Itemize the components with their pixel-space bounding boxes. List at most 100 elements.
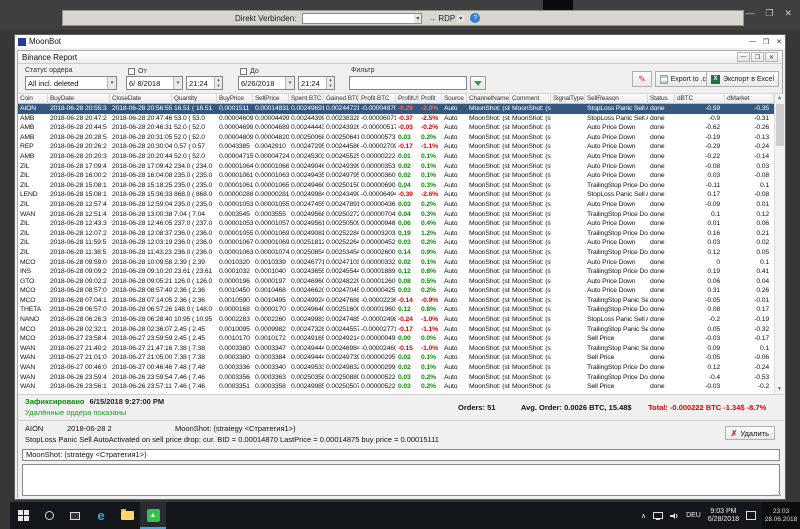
date-to-field[interactable]: 6/26/2018 ▾ — [238, 76, 295, 90]
table-row[interactable]: ZIL2018-06-28 17:09:42018-06-28 17:09:42… — [18, 162, 774, 172]
time-from-field[interactable]: 21:24 ▲▼ — [186, 76, 223, 90]
report-titlebar[interactable]: Binance Report — ❐ ✕ — [18, 51, 782, 64]
search-button[interactable] — [36, 502, 62, 529]
time-to-field[interactable]: 21:24 ▲▼ — [298, 76, 335, 90]
moonbot-taskbar-button[interactable]: ▲ — [140, 502, 166, 529]
table-row[interactable]: AMB2018-06-28 20:47:22018-06-28 20:47:46… — [18, 114, 774, 124]
table-row[interactable]: ZIL2018-06-28 12:57:42018-06-28 12:59:04… — [18, 200, 774, 210]
delete-button[interactable]: ✗ Удалить — [725, 426, 775, 440]
network-icon[interactable] — [653, 512, 663, 520]
column-header-sellreason[interactable]: SellReason — [585, 94, 648, 104]
close-icon[interactable]: ✕ — [776, 38, 782, 46]
column-header-profit[interactable]: Profit — [419, 94, 442, 104]
connect-combobox[interactable]: ▾ — [302, 13, 422, 24]
table-row[interactable]: WAN2018-06-27 21:01:02018-06-27 21:05:00… — [18, 353, 774, 363]
column-header-spent-btc[interactable]: Spent BTC — [289, 94, 324, 104]
scroll-down-icon[interactable]: ▼ — [775, 385, 784, 394]
spinner-icon[interactable]: ▲▼ — [326, 77, 334, 89]
table-row[interactable]: MCO2018-06-27 23:58:42018-06-27 23:59:59… — [18, 334, 774, 344]
edit-button[interactable]: ✎ — [632, 71, 652, 87]
detail-list-box[interactable] — [22, 464, 780, 496]
language-indicator[interactable]: DEU — [686, 512, 701, 519]
help-icon[interactable]: ? — [470, 13, 480, 23]
close-icon[interactable]: ✕ — [765, 52, 778, 62]
date-to-checkbox[interactable]: До — [240, 68, 259, 75]
table-row[interactable]: THETA2018-06-28 06:57:02018-06-28 06:57:… — [18, 305, 774, 315]
column-header-quantity[interactable]: Quantity — [172, 94, 217, 104]
column-header-dbtc[interactable]: dBTC — [675, 94, 725, 104]
column-header-status[interactable]: Status — [648, 94, 675, 104]
table-row[interactable]: AMB2018-06-28 20:28:52018-06-28 20:31:05… — [18, 133, 774, 143]
table-row[interactable]: WAN2018-06-28 12:51:42018-06-28 13:00:38… — [18, 210, 774, 220]
date-from-checkbox[interactable]: От — [128, 68, 147, 75]
table-row[interactable]: MCO2018-06-28 07:04:12018-06-28 07:14:05… — [18, 296, 774, 306]
filter-apply-button[interactable] — [470, 76, 486, 90]
table-row[interactable]: MCO2018-06-28 09:59:02018-06-28 10:09:58… — [18, 258, 774, 268]
table-row[interactable]: WAN2018-06-26 23:59:42018-06-26 23:59:54… — [18, 373, 774, 383]
host-clock-time[interactable]: 23:03 — [773, 508, 789, 516]
column-header-gained-btc[interactable]: Gained BTC — [324, 94, 359, 104]
column-header-buydate[interactable]: BuyDate — [48, 94, 110, 104]
table-row[interactable]: WAN2018-06-26 23:56:12018-06-26 23:57:11… — [18, 382, 774, 392]
column-header-profitusd[interactable]: ProfitUSD — [396, 94, 419, 104]
edge-button[interactable]: e — [88, 502, 114, 529]
date-from-field[interactable]: 6/ 8/2018 ▾ — [126, 76, 183, 90]
table-scrollbar[interactable]: ▲ ▼ — [774, 94, 784, 394]
column-header-coin[interactable]: Coin — [18, 94, 48, 104]
table-row[interactable]: AION2018-06-28 20:55:32018-06-28 20:56:5… — [18, 104, 774, 114]
column-header-buyprice[interactable]: BuyPrice — [217, 94, 253, 104]
table-row[interactable]: WAN2018-06-27 00:46:02018-06-27 00:46:46… — [18, 363, 774, 373]
table-row[interactable]: MCO2018-06-28 08:57:02018-06-28 08:57:40… — [18, 286, 774, 296]
column-header-dmarket[interactable]: dMarket — [725, 94, 774, 104]
start-button[interactable] — [10, 502, 36, 529]
column-header-sellprice[interactable]: SellPrice — [253, 94, 289, 104]
resize-grip-icon[interactable] — [774, 489, 782, 497]
rdp-connect-button[interactable]: → RDP ▾ — [428, 14, 464, 23]
table-row[interactable]: MCO2018-06-28 02:32:12018-06-28 02:36:07… — [18, 325, 774, 335]
table-row[interactable]: ZIL2018-06-28 11:38:52018-06-28 11:43:23… — [18, 248, 774, 258]
table-row[interactable]: ZIL2018-06-28 16:00:22018-06-28 16:04:08… — [18, 171, 774, 181]
speaker-icon[interactable] — [670, 512, 679, 520]
column-header-closedate[interactable]: CloseDate — [110, 94, 172, 104]
table-row[interactable]: ZIL2018-06-28 15:08:12018-06-28 15:18:25… — [18, 181, 774, 191]
column-header-signaltype[interactable]: SignalType — [551, 94, 585, 104]
host-clock-date[interactable]: 28.06.2018 — [765, 516, 798, 524]
action-center-icon[interactable] — [746, 511, 756, 520]
table-row[interactable]: AMB2018-06-28 20:44:52018-06-28 20:46:31… — [18, 123, 774, 133]
strategy-line-field[interactable]: MoonShot: (strategy <Стратегия1>) — [22, 449, 780, 461]
column-header-comment[interactable]: Comment — [510, 94, 551, 104]
maximize-icon[interactable]: ❐ — [765, 8, 773, 19]
column-header-channelname[interactable]: ChannelName — [467, 94, 510, 104]
table-row[interactable]: NANO2018-06-28 06:26:32018-06-28 06:28:4… — [18, 315, 774, 325]
table-row[interactable]: WAN2018-06-27 21:40:22018-06-27 21:47:16… — [18, 344, 774, 354]
export-excel-button[interactable]: X Экспорт в Excel — [706, 71, 779, 87]
close-icon[interactable]: ✕ — [784, 8, 792, 19]
scrollbar-thumb[interactable] — [776, 104, 784, 146]
table-row[interactable]: INS2018-06-28 09:09:22018-06-28 09:10:20… — [18, 267, 774, 277]
table-row[interactable]: ZIL2018-06-28 11:59:52018-06-28 12:03:19… — [18, 238, 774, 248]
file-explorer-button[interactable] — [114, 502, 140, 529]
table-cell: ZIL — [18, 248, 48, 258]
taskbar-clock[interactable]: 9:03 PM 6/28/2018 — [708, 508, 739, 524]
maximize-icon[interactable]: ❐ — [751, 52, 764, 62]
spinner-icon[interactable]: ▲▼ — [214, 77, 222, 89]
tray-chevron-icon[interactable]: ∧ — [641, 512, 646, 520]
table-row[interactable]: LEND2018-06-28 15:08:12018-06-28 15:36:3… — [18, 190, 774, 200]
minimize-icon[interactable]: — — [737, 52, 750, 62]
minimize-icon[interactable]: — — [749, 38, 756, 45]
table-cell: 2018-06-28 11:59:5 — [48, 238, 110, 248]
moonbot-titlebar[interactable]: MoonBot — ❐ ✕ — [15, 35, 785, 48]
table-row[interactable]: AMB2018-06-28 20:20:32018-06-28 20:20:44… — [18, 152, 774, 162]
filter-input[interactable] — [349, 76, 467, 90]
maximize-icon[interactable]: ❐ — [763, 38, 769, 46]
table-row[interactable]: ZIL2018-06-28 12:07:22018-06-28 12:08:37… — [18, 229, 774, 239]
scroll-up-icon[interactable]: ▲ — [775, 94, 784, 103]
column-header-source[interactable]: Source — [442, 94, 467, 104]
order-status-dropdown[interactable]: All incl. deleted ▾ — [25, 76, 117, 90]
minimize-icon[interactable]: — — [745, 8, 754, 19]
column-header-profit-btc[interactable]: Profit BTC — [359, 94, 396, 104]
table-row[interactable]: GTO2018-06-28 09:02:22018-06-28 09:05:21… — [18, 277, 774, 287]
table-row[interactable]: ZIL2018-06-28 12:43:32018-06-28 12:46:05… — [18, 219, 774, 229]
table-row[interactable]: REP2018-06-28 20:26:22018-06-28 20:30:04… — [18, 142, 774, 152]
task-view-button[interactable] — [62, 502, 88, 529]
